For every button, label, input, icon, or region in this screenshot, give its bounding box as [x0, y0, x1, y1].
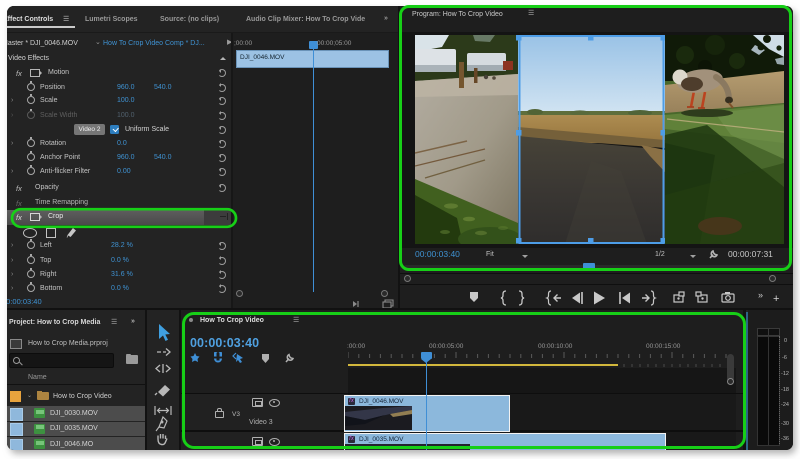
svg-text:+: +	[773, 293, 779, 305]
svg-text:»: »	[758, 290, 763, 300]
